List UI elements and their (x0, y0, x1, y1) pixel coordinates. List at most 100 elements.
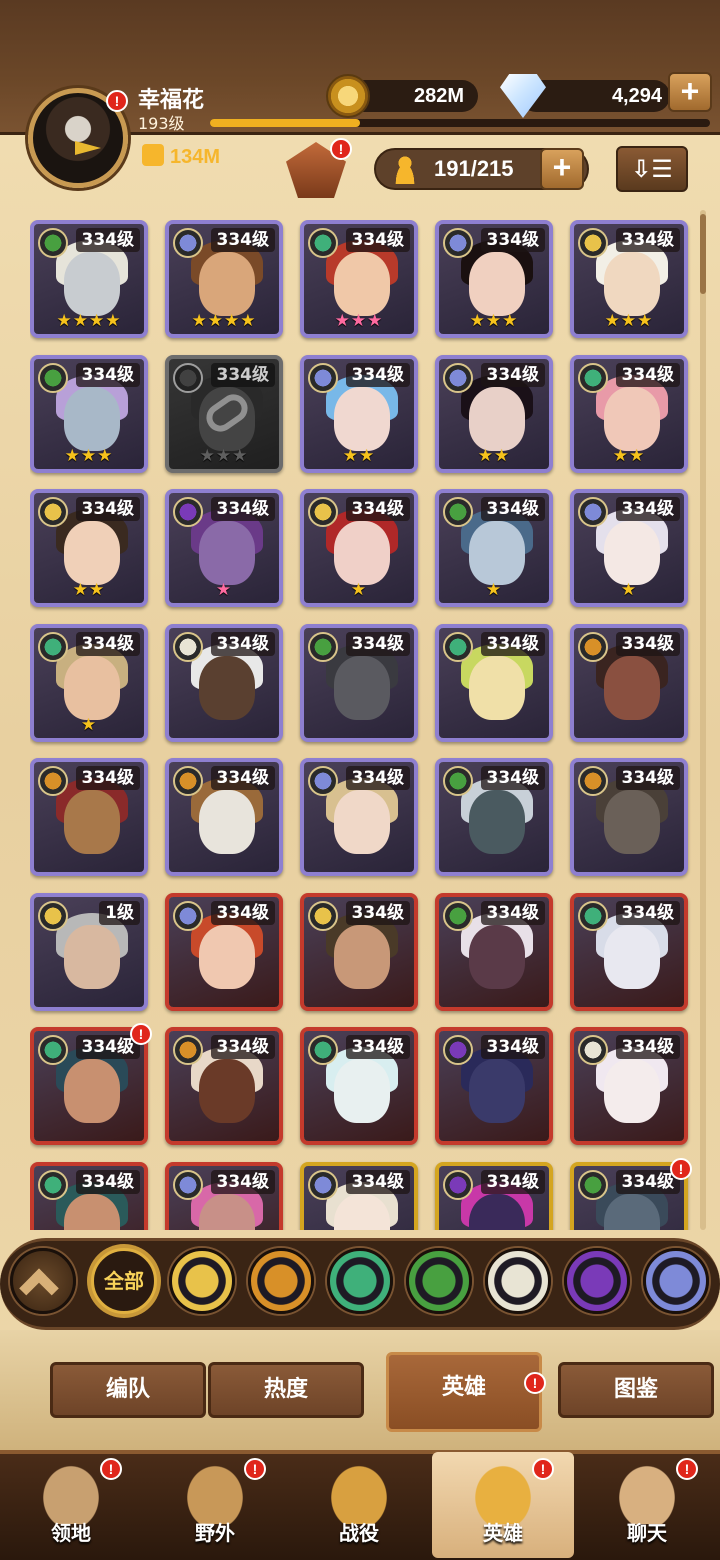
heroes-tab-alert-badge: ! (524, 1372, 546, 1394)
hero-card[interactable]: 334级 ★ (435, 489, 553, 607)
hero-card[interactable]: 334级 (300, 1161, 418, 1230)
scrollbar-thumb[interactable] (700, 214, 706, 294)
hero-card[interactable]: 334级 ★ (300, 489, 418, 607)
hero-level: 334级 (345, 900, 410, 925)
hero-face (334, 1059, 390, 1123)
hero-card[interactable]: 334级 (570, 758, 688, 876)
nav-label: 领地 (51, 1521, 91, 1545)
graveborn-faction-icon (38, 228, 68, 258)
nav-icon (612, 1458, 682, 1524)
hero-stars: ★★ (612, 445, 646, 466)
hero-level: 334级 (345, 362, 410, 387)
filter-mauler-button[interactable] (248, 1248, 314, 1314)
hero-card[interactable]: 334级 (435, 623, 553, 742)
scrollbar-track[interactable] (700, 210, 706, 1230)
hero-card[interactable]: 334级 (30, 1027, 148, 1145)
hero-card[interactable]: 334级 ★ (570, 489, 688, 607)
hero-level: 334级 (210, 228, 275, 252)
nav-alert-badge: ! (532, 1458, 554, 1480)
hero-stars: ★ (80, 714, 98, 735)
hero-face (604, 655, 660, 720)
hero-card[interactable]: 334级 (30, 758, 148, 876)
hero-level: 334级 (210, 497, 275, 521)
hero-card[interactable]: 334级 (30, 1161, 148, 1230)
hero-card[interactable]: 334级 (570, 623, 688, 742)
subtab-3[interactable]: 图鉴 (558, 1362, 714, 1418)
sort-button[interactable]: ⇩☰ (616, 146, 688, 192)
hero-card[interactable]: 334级 (165, 623, 283, 742)
hero-level: 334级 (75, 766, 140, 790)
hero-card[interactable]: 334级 ★ (30, 623, 148, 742)
hero-card[interactable]: 334级 ★★★ (570, 220, 688, 338)
hero-face (64, 521, 120, 585)
hero-card[interactable]: 334级 ★★★★ (30, 220, 148, 338)
hero-level: 334级 (480, 766, 545, 790)
hero-card[interactable]: 334级 ★ (165, 489, 283, 607)
hero-card[interactable]: 334级 ★★★ (300, 220, 418, 338)
hero-face (64, 924, 120, 989)
hero-card[interactable]: 334级 (435, 1027, 553, 1145)
hero-card[interactable]: 334级 (300, 623, 418, 742)
filter-wilder-button[interactable] (327, 1248, 393, 1314)
hypogean-faction-icon (443, 1169, 473, 1200)
hero-face (469, 252, 525, 316)
mauler-faction-icon (578, 631, 608, 662)
sort-icon: ⇩☰ (631, 155, 673, 183)
filter-lightbearer-button[interactable] (169, 1248, 235, 1314)
filter-celestial-button[interactable] (485, 1248, 551, 1314)
hero-face (199, 521, 255, 585)
person-icon (392, 156, 418, 184)
hero-stars: ★★★★ (191, 311, 257, 331)
filter-hypogean-button[interactable] (564, 1248, 630, 1314)
hero-level: 334级 (210, 1169, 275, 1194)
hero-face (469, 790, 525, 854)
hero-alert-badge: ! (670, 1157, 692, 1180)
mauler-faction-icon (38, 766, 68, 796)
collapse-filter-button[interactable] (10, 1248, 76, 1314)
xp-bar (210, 119, 710, 127)
hero-level: 334级 (615, 228, 680, 252)
hero-card[interactable]: 334级 (165, 758, 283, 876)
filter-all-button[interactable]: 全部 (91, 1248, 157, 1314)
hero-card[interactable]: 334级 (435, 758, 553, 876)
hero-level: 334级 (345, 766, 410, 790)
subtab-2[interactable]: 英雄 (386, 1352, 542, 1432)
hero-face (199, 790, 255, 854)
hero-card[interactable]: 334级 ★★ (570, 354, 688, 473)
hero-card[interactable]: 334级 ★★★ (165, 354, 283, 473)
subtab-0[interactable]: 编队 (50, 1362, 206, 1418)
filter-graveborn-button[interactable] (406, 1248, 472, 1314)
hero-card[interactable]: 334级 (165, 1161, 283, 1230)
nav-icon (324, 1458, 394, 1524)
buy-diamonds-button[interactable]: + (668, 72, 712, 112)
hero-card[interactable]: 334级 (570, 1027, 688, 1145)
hero-card[interactable]: 334级 (300, 758, 418, 876)
hero-card[interactable]: 334级 (300, 892, 418, 1011)
hero-card[interactable]: 334级 (300, 1027, 418, 1145)
hero-card[interactable]: 334级 ★★★★ (165, 220, 283, 338)
hero-card[interactable]: 334级 (165, 1027, 283, 1145)
xp-bar-fill (210, 119, 360, 127)
mauler-faction-icon (578, 766, 608, 796)
hero-level: 334级 (615, 766, 680, 790)
hero-card[interactable]: 334级 ★★ (435, 354, 553, 473)
hero-card[interactable]: 334级 (570, 892, 688, 1011)
hero-level: 334级 (210, 900, 275, 925)
hero-card[interactable]: 334级 ★★★ (435, 220, 553, 338)
hero-stars: ★ (215, 580, 233, 600)
hero-card[interactable]: 334级 ★★ (300, 354, 418, 473)
dimensional-faction-icon (173, 228, 203, 258)
filter-dimensional-button[interactable] (643, 1248, 709, 1314)
expand-hero-slots-button[interactable]: + (540, 148, 584, 190)
hero-card[interactable]: 334级 (165, 892, 283, 1011)
hero-card[interactable]: 334级 (435, 1161, 553, 1230)
avatar-alert-badge: ! (106, 90, 128, 112)
nav-item-2[interactable]: 战役 (288, 1452, 430, 1558)
hero-card[interactable]: 1级 (30, 892, 148, 1011)
graveborn-faction-icon (38, 362, 68, 393)
subtab-1[interactable]: 热度 (208, 1362, 364, 1418)
hero-level: 334级 (75, 362, 140, 387)
hero-card[interactable]: 334级 (435, 892, 553, 1011)
hero-card[interactable]: 334级 ★★★ (30, 354, 148, 473)
hero-card[interactable]: 334级 ★★ (30, 489, 148, 607)
